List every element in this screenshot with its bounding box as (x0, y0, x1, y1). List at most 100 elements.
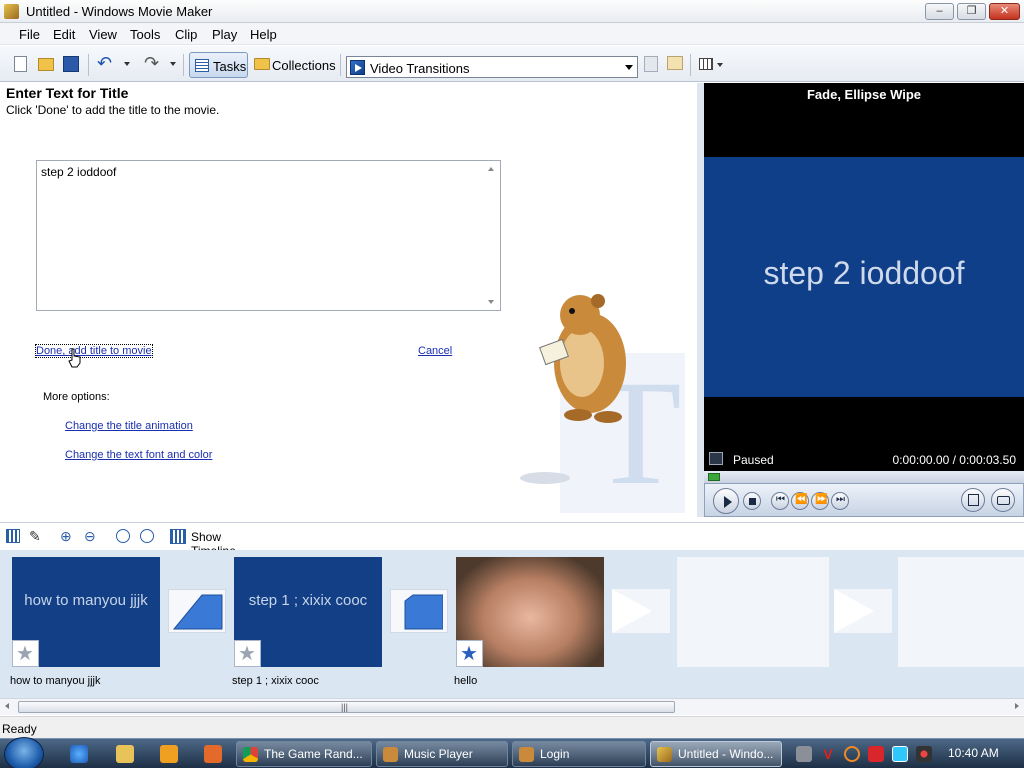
rewind-storyboard-icon[interactable] (116, 529, 130, 543)
up-one-level-icon[interactable] (644, 56, 658, 72)
collections-dropdown-value: Video Transitions (370, 61, 470, 76)
text-scrollbar[interactable] (484, 161, 500, 310)
menu-file[interactable]: File (19, 27, 40, 42)
start-button[interactable] (4, 737, 44, 768)
empty-clip-slot[interactable] (898, 557, 1024, 667)
storyboard-scrollbar[interactable]: ||| (0, 698, 1024, 715)
cancel-link[interactable]: Cancel (418, 345, 452, 357)
folder-icon (254, 58, 270, 70)
title-text-input[interactable]: step 2 ioddoof (36, 160, 501, 311)
new-project-icon[interactable] (14, 56, 27, 72)
tray-search-icon[interactable] (844, 746, 860, 762)
media-player-icon[interactable] (160, 745, 178, 763)
scroll-down-icon[interactable] (488, 300, 494, 304)
set-audio-levels-icon[interactable]: ✎ (29, 529, 43, 543)
star-icon: ★ (238, 643, 256, 665)
taskbar-item-login[interactable]: Login (512, 741, 646, 767)
rewind-button[interactable]: ⏪ (791, 492, 809, 510)
file-explorer-icon[interactable] (116, 745, 134, 763)
tray-display-icon[interactable] (892, 746, 908, 762)
change-font-color-link[interactable]: Change the text font and color (65, 449, 212, 461)
split-icon (968, 494, 979, 506)
views-dropdown-icon[interactable] (717, 63, 723, 67)
previous-frame-button[interactable]: ⏮ (771, 492, 789, 510)
taskbar-item-movie-maker[interactable]: Untitled - Windo... (650, 741, 782, 767)
undo-dropdown-icon[interactable] (124, 62, 130, 66)
new-folder-icon[interactable] (667, 56, 683, 70)
seek-thumb[interactable] (708, 473, 720, 481)
done-add-title-link[interactable]: Done, add title to movie (35, 344, 153, 358)
taskbar-item-label: Untitled - Windo... (678, 747, 774, 761)
video-effect-slot[interactable]: ★ (456, 640, 483, 667)
restore-button[interactable]: ❐ (957, 3, 986, 20)
taskbar-item-music-player[interactable]: Music Player (376, 741, 508, 767)
next-frame-button[interactable]: ⏭ (831, 492, 849, 510)
preview-screen: step 2 ioddoof (704, 157, 1024, 397)
transition-slot[interactable] (168, 589, 226, 633)
rewind-icon: ⏪ (795, 494, 808, 505)
empty-transition-slot[interactable] (612, 589, 670, 633)
internet-explorer-icon[interactable] (70, 745, 88, 763)
playback-status: Paused (733, 453, 774, 467)
scrollbar-thumb[interactable]: ||| (18, 701, 675, 713)
split-clip-button[interactable] (961, 488, 985, 512)
collections-dropdown[interactable]: Video Transitions (346, 56, 638, 78)
tray-network-icon[interactable] (796, 746, 812, 762)
taskbar: The Game Rand... Music Player Login Unti… (0, 737, 1024, 768)
close-button[interactable]: ✕ (989, 3, 1020, 20)
redo-dropdown-icon[interactable] (170, 62, 176, 66)
pane-splitter[interactable] (697, 83, 704, 517)
transition-slot[interactable] (390, 589, 448, 633)
scroll-up-icon[interactable] (488, 167, 494, 171)
tray-antivirus-icon[interactable]: V (820, 746, 836, 762)
storyboard-clip[interactable]: step 1 ; xixix cooc ★ step 1 ; xixix coo… (232, 557, 382, 687)
zoom-in-icon[interactable]: ⊕ (60, 529, 74, 543)
change-title-animation-link[interactable]: Change the title animation (65, 420, 193, 432)
zoom-out-icon[interactable]: ⊖ (84, 529, 98, 543)
seek-bar[interactable] (704, 471, 1024, 483)
play-button[interactable] (713, 488, 739, 514)
status-text: Ready (2, 722, 37, 736)
menu-help[interactable]: Help (250, 27, 277, 42)
narrate-timeline-icon[interactable] (6, 529, 20, 543)
empty-clip-slot[interactable] (677, 557, 829, 667)
storyboard-clip[interactable]: ★ hello (454, 557, 604, 687)
taskbar-item-label: The Game Rand... (264, 747, 363, 761)
clip-caption: how to manyou jjjk (10, 675, 101, 687)
monitor-status-bar: Paused 0:00:00.00 / 0:00:03.50 (704, 449, 1024, 469)
undo-icon[interactable]: ↶ (97, 53, 112, 74)
clip-thumbnail-text: step 1 ; xixix cooc (248, 592, 368, 609)
minimize-button[interactable]: – (925, 3, 954, 20)
save-icon[interactable] (63, 56, 79, 72)
menu-view[interactable]: View (89, 27, 117, 42)
views-icon[interactable] (699, 58, 713, 70)
take-picture-button[interactable] (991, 488, 1015, 512)
open-project-icon[interactable] (38, 58, 54, 71)
tasks-button[interactable]: Tasks (189, 52, 248, 78)
taskbar-item-game[interactable]: The Game Rand... (236, 741, 372, 767)
menu-clip[interactable]: Clip (175, 27, 197, 42)
stop-button[interactable] (743, 492, 761, 510)
menu-tools[interactable]: Tools (130, 27, 160, 42)
clock[interactable]: 10:40 AM (948, 746, 999, 760)
collections-button[interactable]: Collections (252, 52, 336, 78)
menu-edit[interactable]: Edit (53, 27, 75, 42)
video-effect-slot[interactable]: ★ (12, 640, 39, 667)
scroll-right-icon[interactable] (1015, 703, 1019, 709)
music-player-icon (383, 747, 398, 762)
storyboard-toolbar: ✎ ⊕ ⊖ Show Timeline (0, 522, 1024, 558)
star-icon: ★ (460, 643, 478, 665)
play-storyboard-icon[interactable] (140, 529, 154, 543)
tray-flag-icon[interactable] (868, 746, 884, 762)
storyboard-clip[interactable]: how to manyou jjjk ★ how to manyou jjjk (10, 557, 160, 687)
scroll-left-icon[interactable] (5, 703, 9, 709)
tray-volume-icon[interactable] (916, 746, 932, 762)
media-center-icon[interactable] (204, 745, 222, 763)
video-effect-slot[interactable]: ★ (234, 640, 261, 667)
redo-icon[interactable]: ↷ (144, 53, 159, 74)
chevron-down-icon[interactable] (625, 65, 633, 70)
empty-transition-slot[interactable] (834, 589, 892, 633)
fast-forward-button[interactable]: ⏩ (811, 492, 829, 510)
clip-thumbnail-text: how to manyou jjjk (24, 592, 148, 609)
menu-play[interactable]: Play (212, 27, 237, 42)
